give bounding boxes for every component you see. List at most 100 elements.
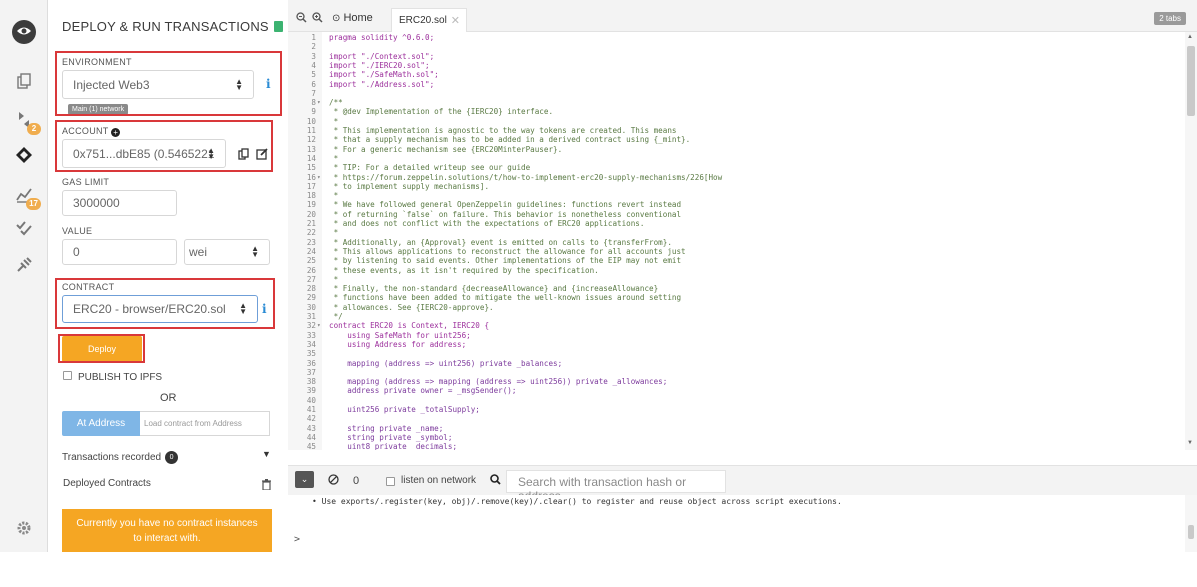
- solidity-compiler-icon[interactable]: 2: [9, 105, 41, 135]
- remix-logo-icon[interactable]: [9, 17, 39, 47]
- value-unit-select[interactable]: wei ▲ ▼: [184, 239, 270, 265]
- code-text: * This allows applications to reconstruc…: [329, 246, 686, 256]
- code-text: * @dev Implementation of the {IERC20} in…: [329, 107, 554, 117]
- line-number: 23: [306, 237, 316, 247]
- analysis-icon[interactable]: 17: [9, 180, 41, 210]
- docs-icon[interactable]: [273, 21, 283, 32]
- code-text: * of returning `false` on failure. This …: [329, 209, 682, 219]
- transaction-search-input[interactable]: Search with transaction hash or address: [506, 470, 726, 503]
- line-number: 41: [306, 405, 316, 414]
- settings-gear-icon[interactable]: [9, 513, 39, 543]
- copy-icon[interactable]: [238, 147, 249, 165]
- code-text: *: [329, 153, 339, 163]
- zoom-out-icon[interactable]: [296, 12, 307, 26]
- tabs-count-badge[interactable]: 2 tabs: [1154, 12, 1186, 25]
- code-text: pragma solidity ^0.6.0;: [329, 33, 435, 42]
- line-number: 11: [306, 126, 316, 135]
- code-text: * This implementation is agnostic to the…: [329, 126, 677, 135]
- environment-select[interactable]: Injected Web3 ▲ ▼: [62, 70, 254, 99]
- code-text: *: [329, 274, 339, 284]
- contract-info-icon[interactable]: i: [262, 302, 267, 316]
- clear-console-icon[interactable]: [328, 474, 339, 488]
- deploy-button[interactable]: Deploy: [62, 336, 142, 362]
- chevron-down-icon[interactable]: ▼: [262, 449, 271, 459]
- scrollbar-thumb[interactable]: [1187, 46, 1195, 116]
- listen-network-label: listen on network: [401, 475, 477, 486]
- environment-value: Injected Web3: [73, 77, 150, 92]
- fold-arrow-icon[interactable]: ▾: [317, 321, 321, 330]
- tab-erc20-sol[interactable]: ERC20.sol ✕: [391, 8, 467, 32]
- code-text: import "./Context.sol";: [329, 51, 435, 61]
- line-number: 40: [306, 395, 316, 405]
- code-text: */: [329, 312, 343, 321]
- compile-badge: 2: [27, 123, 41, 135]
- editor-scrollbar[interactable]: ▲ ▼: [1185, 32, 1197, 450]
- line-number: 4: [311, 60, 316, 70]
- zoom-in-icon[interactable]: [312, 12, 323, 26]
- listen-network-checkbox[interactable]: [386, 477, 395, 486]
- contract-select[interactable]: ERC20 - browser/ERC20.sol ▲ ▼: [62, 295, 258, 323]
- edit-icon[interactable]: [256, 147, 268, 165]
- tab-home[interactable]: ⊙ Home: [332, 12, 373, 24]
- transactions-count: 0: [165, 451, 179, 464]
- line-number: 20: [306, 209, 316, 219]
- file-explorer-icon[interactable]: [9, 66, 39, 96]
- deploy-run-icon[interactable]: [9, 140, 39, 170]
- code-text: import "./IERC20.sol";: [329, 60, 430, 70]
- terminal-output[interactable]: • Use exports/.register(key, obj)/.remov…: [288, 495, 1197, 552]
- line-number: 31: [306, 312, 316, 321]
- line-number: 1: [311, 33, 316, 42]
- fold-arrow-icon[interactable]: ▾: [317, 98, 321, 107]
- gas-limit-label: GAS LIMIT: [62, 177, 110, 187]
- trash-icon[interactable]: [262, 477, 271, 495]
- code-editor[interactable]: 1 pragma solidity ^0.6.0; 2 3 import "./Cont…: [288, 32, 1185, 450]
- at-address-button[interactable]: At Address: [62, 411, 140, 436]
- code-text: import "./Address.sol";: [329, 79, 435, 89]
- line-number: 24: [306, 246, 316, 256]
- terminal-scroll-thumb[interactable]: [1188, 525, 1194, 539]
- code-text: mapping (address => uint256) private _ba…: [329, 358, 563, 368]
- terminal-scrollbar[interactable]: [1185, 495, 1197, 552]
- terminal-toolbar: ⌄ 0 listen on network Search with transa…: [288, 465, 1197, 503]
- line-number: 38: [306, 377, 316, 387]
- transactions-recorded[interactable]: Transactions recorded 0: [62, 451, 179, 464]
- code-text: uint256 private _totalSupply;: [329, 405, 480, 414]
- code-text: * that a supply mechanism has to be adde…: [329, 135, 691, 145]
- network-badge: Main (1) network: [68, 104, 129, 115]
- value-unit: wei: [189, 245, 208, 259]
- line-number: 13: [306, 144, 316, 154]
- line-number: 29: [306, 293, 316, 303]
- analysis-badge: 17: [26, 198, 41, 210]
- line-number: 25: [306, 256, 316, 266]
- code-text: mapping (address => mapping (address => …: [329, 377, 668, 387]
- line-number: 8: [311, 98, 316, 108]
- line-number: 27: [306, 274, 316, 284]
- code-text: string private _name;: [329, 423, 444, 433]
- close-icon[interactable]: ✕: [451, 14, 460, 27]
- line-number: 28: [306, 284, 316, 294]
- deploy-run-panel: DEPLOY & RUN TRANSACTIONS ENVIRONMENT In…: [48, 0, 288, 552]
- publish-ipfs-checkbox[interactable]: [63, 371, 72, 380]
- account-select[interactable]: 0x751...dbE85 (0.5465221 ▲ ▼: [62, 139, 226, 168]
- collapse-terminal-icon[interactable]: ⌄: [295, 471, 314, 488]
- load-contract-input[interactable]: Load contract from Address: [140, 411, 270, 436]
- scroll-down-icon[interactable]: ▼: [1187, 440, 1193, 446]
- code-text: * TIP: For a detailed writeup see our gu…: [329, 163, 531, 173]
- code-text: *: [329, 116, 339, 126]
- add-account-icon[interactable]: +: [111, 128, 121, 137]
- line-number: 5: [311, 70, 316, 80]
- terminal-prompt[interactable]: >: [294, 534, 300, 545]
- line-number: 9: [311, 107, 316, 117]
- value-input[interactable]: 0: [62, 239, 177, 265]
- gas-limit-input[interactable]: 3000000: [62, 190, 177, 216]
- fold-arrow-icon[interactable]: ▾: [317, 173, 321, 182]
- code-text: using Address for address;: [329, 339, 467, 349]
- or-label: OR: [160, 392, 177, 404]
- line-number: 43: [306, 423, 316, 433]
- account-value: 0x751...dbE85 (0.5465221: [73, 146, 215, 161]
- code-text: * Additionally, an {Approval} event is e…: [329, 237, 672, 247]
- scroll-up-icon[interactable]: ▲: [1187, 34, 1193, 40]
- testing-icon[interactable]: [9, 213, 39, 243]
- plugin-manager-icon[interactable]: [9, 250, 39, 280]
- environment-info-icon[interactable]: i: [266, 77, 271, 91]
